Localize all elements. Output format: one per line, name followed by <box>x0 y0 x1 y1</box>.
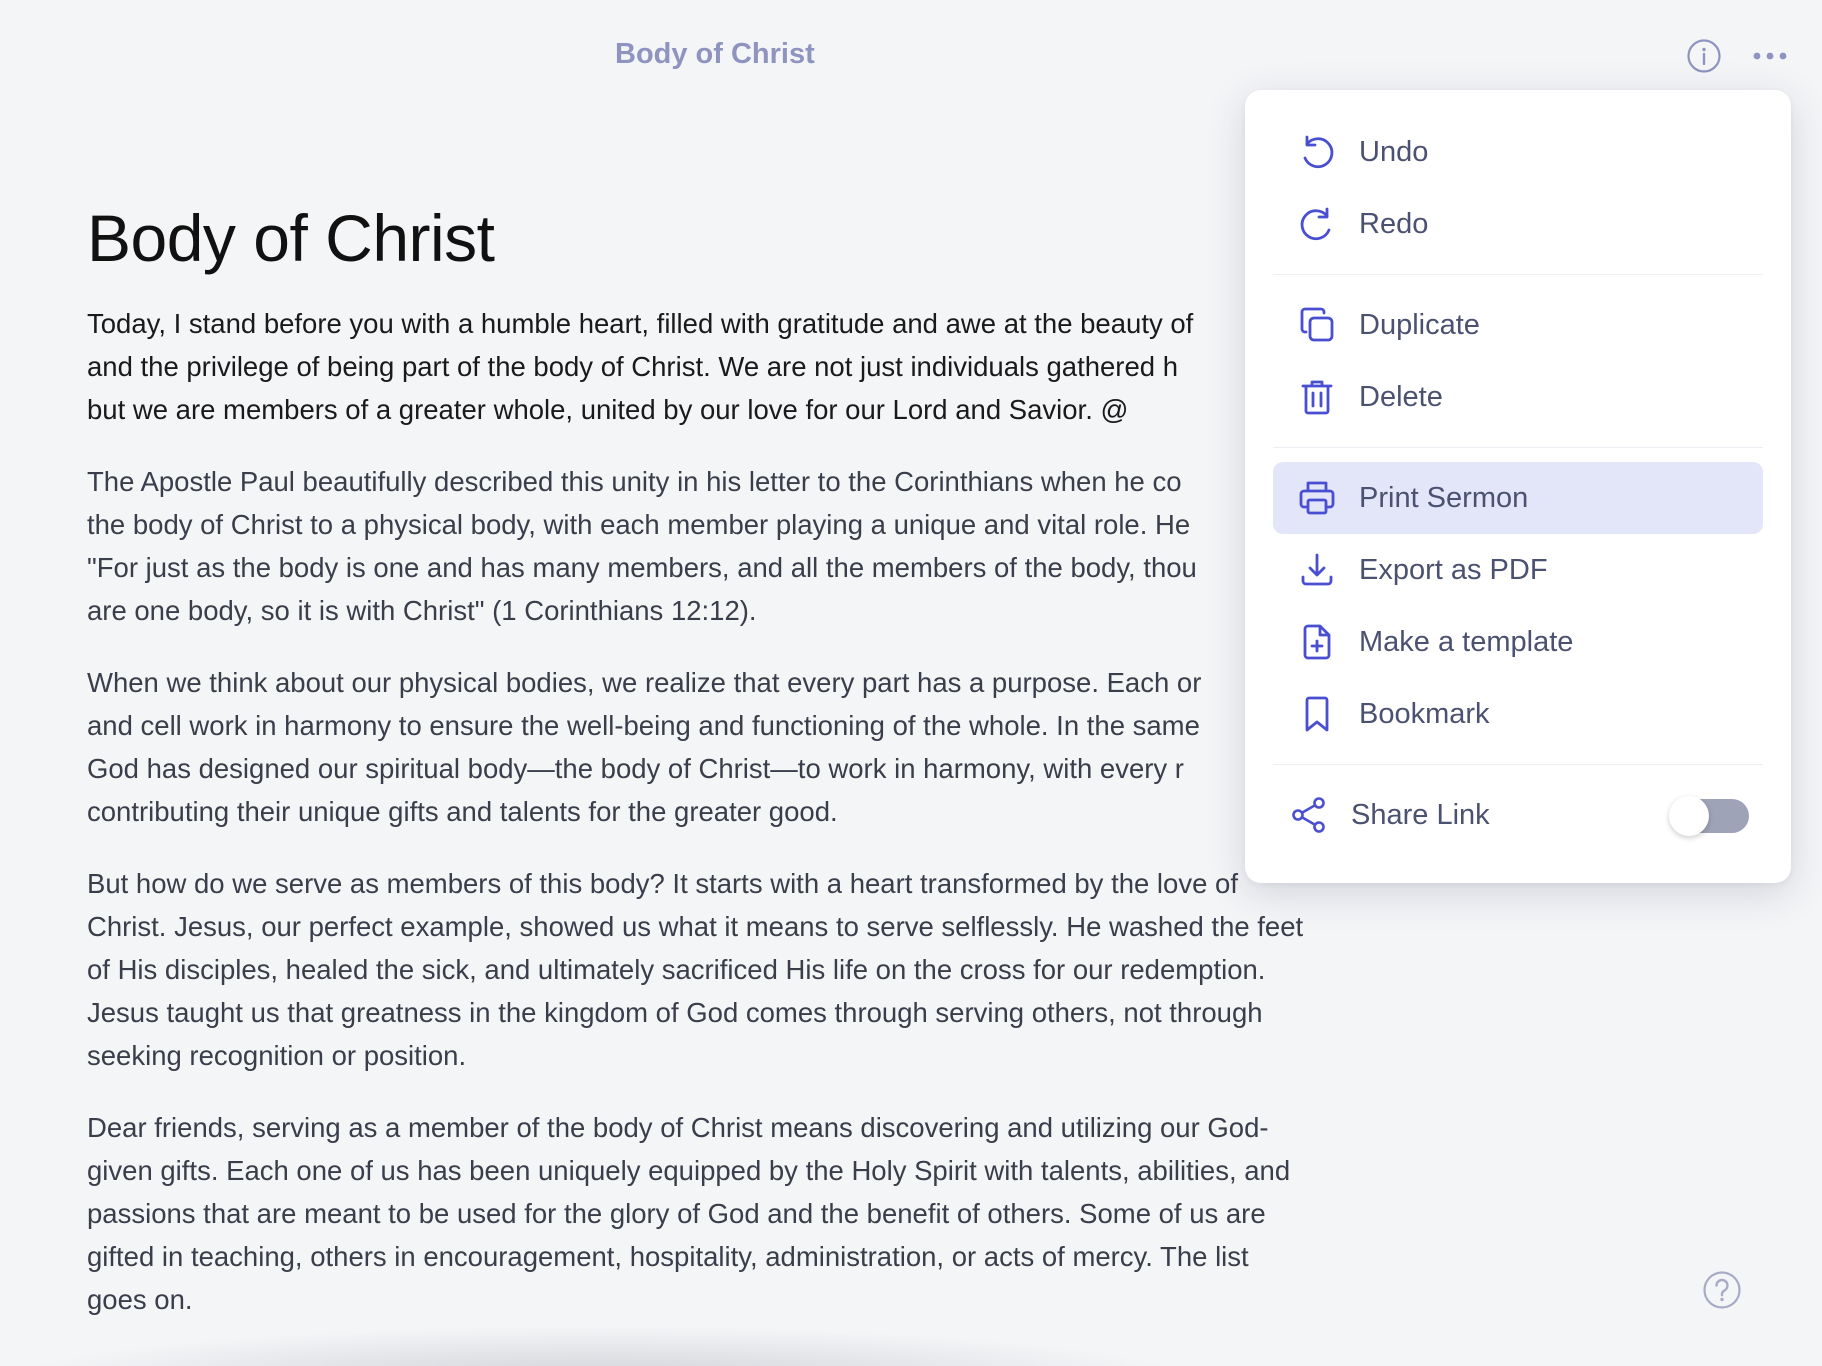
text-line: goes on. <box>87 1284 193 1315</box>
menu-item-label: Delete <box>1359 380 1443 413</box>
menu-item-label: Share Link <box>1351 798 1490 831</box>
text-line: But how do we serve as members of this b… <box>87 868 1238 899</box>
menu-item-label: Make a template <box>1359 625 1574 658</box>
menu-item-print-sermon[interactable]: Print Sermon <box>1273 462 1763 534</box>
header-title: Body of Christ <box>615 38 815 70</box>
help-circle-icon <box>1702 1270 1742 1310</box>
menu-item-label: Undo <box>1359 135 1429 168</box>
toggle-knob <box>1669 796 1709 836</box>
menu-divider <box>1273 764 1763 765</box>
text-line: but we are members of a greater whole, u… <box>87 394 1129 425</box>
text-line: the body of Christ to a physical body, w… <box>87 509 1191 540</box>
text-line: passions that are meant to be used for t… <box>87 1198 1266 1229</box>
text-line: given gifts. Each one of us has been uni… <box>87 1155 1291 1186</box>
trash-icon <box>1295 375 1339 419</box>
sermon-editor: Body of Christ Body of Christ Today, I s… <box>0 0 1822 1366</box>
more-horizontal-icon <box>1752 50 1788 62</box>
text-line: Christ. Jesus, our perfect example, show… <box>87 911 1304 942</box>
help-button[interactable] <box>1702 1270 1742 1310</box>
info-circle-icon <box>1686 38 1722 74</box>
menu-item-export-pdf[interactable]: Export as PDF <box>1273 534 1763 606</box>
menu-item-label: Export as PDF <box>1359 553 1548 586</box>
menu-divider <box>1273 447 1763 448</box>
options-menu: Undo Redo Duplicate Delete Print Sermon … <box>1245 90 1791 883</box>
menu-item-label: Redo <box>1359 207 1429 240</box>
printer-icon <box>1295 476 1339 520</box>
text-line: Today, I stand before you with a humble … <box>87 308 1194 339</box>
text-line: gifted in teaching, others in encouragem… <box>87 1241 1249 1272</box>
text-line: seeking recognition or position. <box>87 1040 467 1071</box>
paragraph[interactable]: Today, I stand before you with a humble … <box>87 302 1357 431</box>
paragraph[interactable]: When we think about our physical bodies,… <box>87 661 1357 833</box>
menu-item-label: Bookmark <box>1359 697 1490 730</box>
menu-item-undo[interactable]: Undo <box>1273 116 1763 188</box>
menu-item-label: Duplicate <box>1359 308 1480 341</box>
menu-item-delete[interactable]: Delete <box>1273 361 1763 433</box>
text-line: Dear friends, serving as a member of the… <box>87 1112 1269 1143</box>
menu-item-label: Print Sermon <box>1359 481 1529 514</box>
text-line: are one body, so it is with Christ" (1 C… <box>87 595 757 626</box>
undo-icon <box>1295 130 1339 174</box>
text-line: contributing their unique gifts and tale… <box>87 796 838 827</box>
redo-icon <box>1295 202 1339 246</box>
share-link-toggle[interactable] <box>1669 796 1749 836</box>
share-icon <box>1287 793 1331 837</box>
info-button[interactable] <box>1686 38 1722 74</box>
menu-item-redo[interactable]: Redo <box>1273 188 1763 260</box>
sermon-document[interactable]: Body of Christ Today, I stand before you… <box>87 200 1357 1350</box>
menu-item-bookmark[interactable]: Bookmark <box>1273 678 1763 750</box>
text-line: When we think about our physical bodies,… <box>87 667 1202 698</box>
bookmark-icon <box>1295 692 1339 736</box>
paragraph[interactable]: But how do we serve as members of this b… <box>87 862 1357 1077</box>
menu-item-duplicate[interactable]: Duplicate <box>1273 289 1763 361</box>
paragraph[interactable]: The Apostle Paul beautifully described t… <box>87 460 1357 632</box>
menu-item-share-link[interactable]: Share Link <box>1273 779 1763 851</box>
menu-item-make-template[interactable]: Make a template <box>1273 606 1763 678</box>
more-options-button[interactable] <box>1752 38 1788 74</box>
text-line: and cell work in harmony to ensure the w… <box>87 710 1200 741</box>
download-icon <box>1295 548 1339 592</box>
text-line: of His disciples, healed the sick, and u… <box>87 954 1266 985</box>
document-title[interactable]: Body of Christ <box>87 200 1357 276</box>
file-plus-icon <box>1295 620 1339 664</box>
text-line: and the privilege of being part of the b… <box>87 351 1178 382</box>
text-line: The Apostle Paul beautifully described t… <box>87 466 1182 497</box>
text-line: God has designed our spiritual body—the … <box>87 753 1184 784</box>
duplicate-icon <box>1295 303 1339 347</box>
paragraph[interactable]: Dear friends, serving as a member of the… <box>87 1106 1357 1321</box>
text-line: "For just as the body is one and has man… <box>87 552 1197 583</box>
menu-divider <box>1273 274 1763 275</box>
text-line: Jesus taught us that greatness in the ki… <box>87 997 1263 1028</box>
